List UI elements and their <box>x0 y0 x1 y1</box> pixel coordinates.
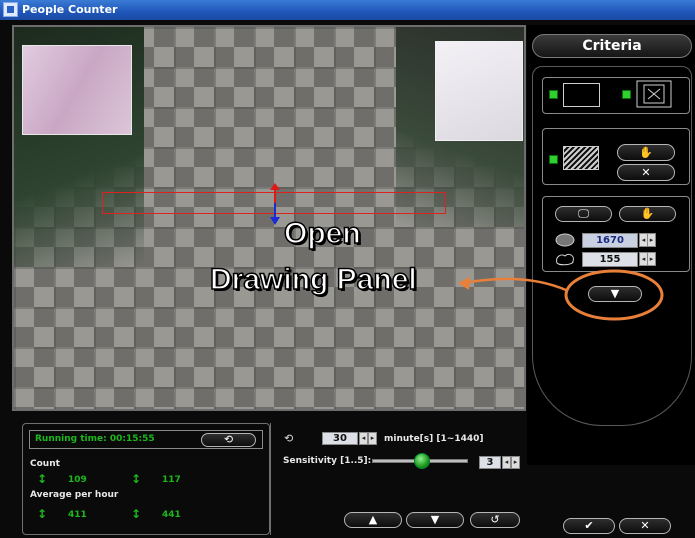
title-bar: People Counter <box>0 0 695 20</box>
avg-in-value: 411 <box>68 510 87 520</box>
enable-person-zone-checkbox[interactable] <box>622 90 631 99</box>
window-title: People Counter <box>22 3 118 16</box>
cancel-button[interactable]: ✕ <box>619 518 671 534</box>
area-fill-icon <box>555 233 575 247</box>
hand-icon: ✋ <box>639 146 653 159</box>
area-size-up[interactable]: ▸ <box>647 233 656 247</box>
sensitivity-label: Sensitivity [1..5]: <box>283 456 372 466</box>
hatch-area-icon[interactable] <box>563 146 599 170</box>
avg-out-value: 441 <box>162 510 181 520</box>
direction-arrows-icon[interactable] <box>268 181 282 227</box>
in-arrow-icon: ↕ <box>37 472 48 486</box>
sensitivity-slider-thumb[interactable] <box>414 453 430 469</box>
preview-thumbnail-left <box>22 45 132 135</box>
enable-area-checkbox[interactable] <box>549 155 558 164</box>
chevron-down-icon: ▼ <box>610 287 620 300</box>
monitor-button[interactable]: 🖵 <box>555 206 612 222</box>
count-label: Count <box>30 459 60 469</box>
out-arrow-icon: ↕ <box>131 472 142 486</box>
blob-size-up[interactable]: ▸ <box>647 252 656 266</box>
hint-drawing-panel: Drawing Panel <box>209 262 417 297</box>
interval-up[interactable]: ▸ <box>368 432 377 445</box>
reset-button[interactable]: ↺ <box>470 512 520 528</box>
out-arrow-icon: ↕ <box>131 507 142 521</box>
interval-down[interactable]: ◂ <box>359 432 368 445</box>
pan-button[interactable]: ✋ <box>619 206 676 222</box>
interval-field[interactable]: 30 <box>322 432 358 445</box>
hand-tool-button[interactable]: ✋ <box>617 144 675 161</box>
app-icon <box>3 2 18 17</box>
sensitivity-down[interactable]: ◂ <box>502 456 511 469</box>
camera-rotate-button[interactable]: ⟲ <box>201 433 256 447</box>
arrow-down-icon: ▼ <box>430 513 440 526</box>
enable-rectangle-checkbox[interactable] <box>549 90 558 99</box>
in-arrow-icon: ↕ <box>37 507 48 521</box>
clear-area-button[interactable]: ✕ <box>617 164 675 181</box>
sensitivity-field[interactable]: 3 <box>479 456 501 469</box>
move-up-button[interactable]: ▲ <box>344 512 402 528</box>
camera-view[interactable]: Open Drawing Panel <box>12 25 526 411</box>
hint-open: Open <box>283 216 361 251</box>
running-time: Running time: 00:15:55 <box>35 434 155 444</box>
reset-icon: ↺ <box>490 513 500 526</box>
count-out-value: 117 <box>162 475 181 485</box>
interval-unit: minute[s] [1~1440] <box>384 434 484 444</box>
hand-icon: ✋ <box>640 207 655 220</box>
open-drawing-panel-button[interactable]: ▼ <box>588 286 642 302</box>
sensitivity-up[interactable]: ▸ <box>511 456 520 469</box>
monitor-icon: 🖵 <box>578 207 589 220</box>
arrow-up-icon: ▲ <box>368 513 378 526</box>
count-in-value: 109 <box>68 475 87 485</box>
blob-size-field[interactable]: 155 <box>582 252 638 267</box>
close-icon: ✕ <box>641 166 651 179</box>
preview-thumbnail-right <box>435 41 523 141</box>
check-icon: ✔ <box>584 519 594 532</box>
ok-button[interactable]: ✔ <box>563 518 615 534</box>
rectangle-icon[interactable] <box>563 83 600 107</box>
move-down-button[interactable]: ▼ <box>406 512 464 528</box>
camera-rotate-icon: ⟲ <box>223 433 234 446</box>
tab-criteria[interactable]: Criteria <box>532 34 692 58</box>
average-label: Average per hour <box>30 490 119 500</box>
area-size-field[interactable]: 1670 <box>582 233 638 248</box>
close-icon: ✕ <box>640 519 650 532</box>
blob-icon <box>556 253 574 266</box>
person-zone-icon[interactable] <box>636 80 672 108</box>
camera-rotate-icon: ⟲ <box>284 432 294 445</box>
